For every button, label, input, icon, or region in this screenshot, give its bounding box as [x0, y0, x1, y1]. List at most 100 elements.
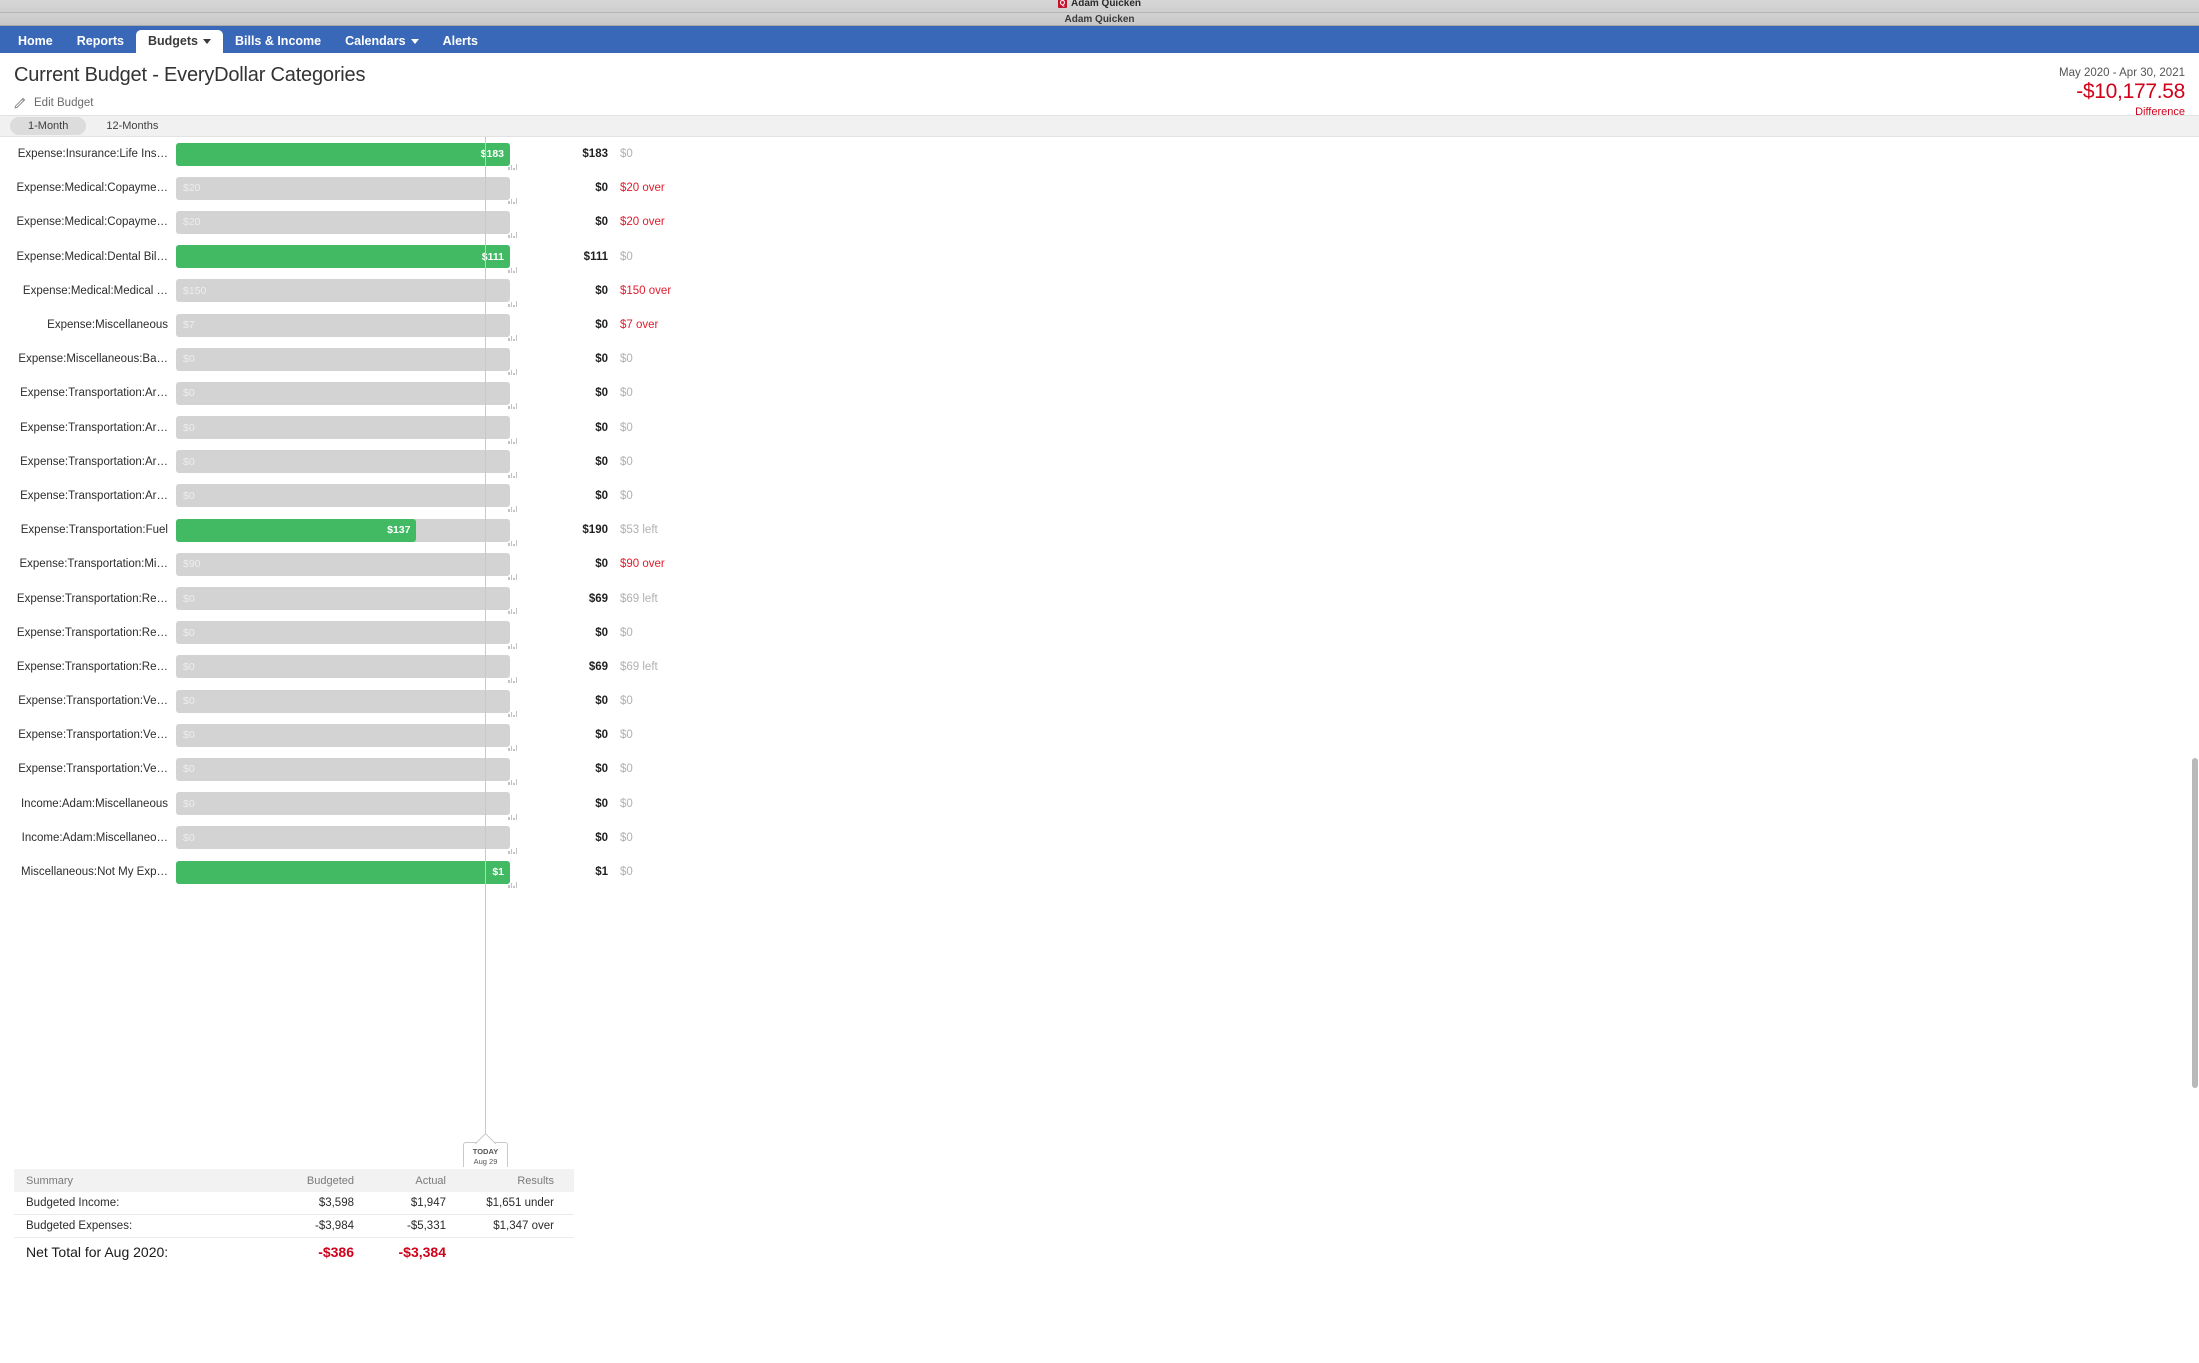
budget-row[interactable]: Expense:Transportation:Ve… $0 $0 $0: [0, 684, 2199, 718]
row-detail-chart-icon[interactable]: [508, 231, 518, 239]
budget-date-range: May 2020 - Apr 30, 2021: [2059, 67, 2185, 79]
budget-bar-track[interactable]: $137: [176, 518, 510, 542]
budget-bar-track[interactable]: $150: [176, 279, 510, 303]
scrollbar-thumb[interactable]: [2192, 758, 2198, 1088]
budget-row-remaining: $7 over: [620, 319, 659, 332]
row-detail-chart-icon[interactable]: [508, 402, 518, 410]
budget-row-actual: $0: [595, 695, 608, 708]
budget-row[interactable]: Expense:Transportation:Mi… $90 $0 $90 over: [0, 547, 2199, 581]
budget-row[interactable]: Expense:Medical:Dental Bil… $111 $111 $0: [0, 240, 2199, 274]
budget-row[interactable]: Income:Adam:Miscellaneo… $0 $0 $0: [0, 821, 2199, 855]
budget-bar-track[interactable]: $0: [176, 792, 510, 816]
budget-bar-track[interactable]: $0: [176, 381, 510, 405]
budget-bar-track[interactable]: $0: [176, 484, 510, 508]
budget-row[interactable]: Expense:Transportation:Re… $0 $69 $69 left: [0, 650, 2199, 684]
budget-bar-track[interactable]: $90: [176, 552, 510, 576]
row-detail-chart-icon[interactable]: [508, 197, 518, 205]
budget-bar-track[interactable]: $7: [176, 313, 510, 337]
budget-row[interactable]: Expense:Insurance:Life Ins… $183 $183 $0: [0, 137, 2199, 171]
budget-bar-track[interactable]: $0: [176, 826, 510, 850]
row-detail-chart-icon[interactable]: [508, 710, 518, 717]
budget-bar-track[interactable]: $0: [176, 723, 510, 747]
budget-row[interactable]: Expense:Transportation:Ve… $0 $0 $0: [0, 718, 2199, 752]
os-document-bar: Adam Quicken: [0, 13, 2199, 26]
budget-bar-track[interactable]: $0: [176, 347, 510, 371]
budget-row[interactable]: Miscellaneous:Not My Exp… $1 $1 $0: [0, 855, 2199, 889]
row-detail-chart-icon[interactable]: [508, 471, 518, 478]
row-detail-chart-icon[interactable]: [508, 607, 518, 615]
row-detail-chart-icon[interactable]: [508, 813, 518, 820]
budget-row-actual: $0: [595, 626, 608, 639]
budget-row-category: Income:Adam:Miscellaneo…: [21, 831, 168, 844]
row-detail-chart-icon[interactable]: [508, 368, 518, 376]
budget-row[interactable]: Expense:Transportation:Re… $0 $69 $69 left: [0, 581, 2199, 615]
budget-bar-track[interactable]: $0: [176, 587, 510, 611]
budget-row-category: Expense:Transportation:Ve…: [18, 729, 168, 742]
summary-budgeted: -$3,984: [314, 1220, 354, 1232]
budget-row[interactable]: Expense:Transportation:Ar… $0 $0 $0: [0, 411, 2199, 445]
budget-row-actual: $0: [595, 421, 608, 434]
today-marker-flag: TODAY Aug 29: [463, 1142, 508, 1167]
tab-1-month[interactable]: 1-Month: [10, 117, 87, 135]
row-detail-chart-icon[interactable]: [508, 642, 518, 649]
row-detail-chart-icon[interactable]: [508, 847, 518, 854]
budget-bar-track[interactable]: $0: [176, 655, 510, 679]
budget-row[interactable]: Expense:Miscellaneous $7 $0 $7 over: [0, 308, 2199, 342]
budget-row[interactable]: Expense:Transportation:Ar… $0 $0 $0: [0, 445, 2199, 479]
os-document-title: Adam Quicken: [1064, 13, 1135, 25]
nav-item-reports[interactable]: Reports: [65, 30, 136, 53]
budget-bar-track[interactable]: $183: [176, 142, 510, 166]
budget-row-remaining: $0: [620, 250, 633, 263]
budget-row-category: Expense:Transportation:Ve…: [18, 763, 168, 776]
row-detail-chart-icon[interactable]: [508, 266, 518, 273]
row-detail-chart-icon[interactable]: [508, 334, 518, 341]
budget-row[interactable]: Expense:Miscellaneous:Ba… $0 $0 $0: [0, 342, 2199, 376]
edit-budget-button[interactable]: Edit Budget: [14, 96, 2199, 109]
row-detail-chart-icon[interactable]: [508, 676, 518, 683]
tab-12-months[interactable]: 12-Months: [88, 117, 176, 135]
nav-item-home[interactable]: Home: [6, 30, 65, 53]
row-detail-chart-icon[interactable]: [508, 881, 518, 888]
budget-bar-amount: $0: [183, 592, 195, 605]
budget-row[interactable]: Income:Adam:Miscellaneous $0 $0 $0: [0, 787, 2199, 821]
budget-bar-track[interactable]: $0: [176, 621, 510, 645]
budget-bar-track[interactable]: $0: [176, 757, 510, 781]
row-detail-chart-icon[interactable]: [508, 778, 518, 786]
summary-col-results: Results: [517, 1174, 554, 1187]
budget-row[interactable]: Expense:Transportation:Ve… $0 $0 $0: [0, 752, 2199, 786]
budget-row-category: Expense:Medical:Copayme…: [16, 182, 169, 195]
budget-bar-track[interactable]: $20: [176, 210, 510, 234]
budget-bar-fill: [176, 142, 510, 166]
budget-bar-track[interactable]: $0: [176, 450, 510, 474]
row-detail-chart-icon[interactable]: [508, 505, 518, 512]
vertical-scrollbar[interactable]: [2192, 118, 2198, 1238]
nav-item-budgets[interactable]: Budgets: [135, 30, 223, 53]
budget-row[interactable]: Expense:Medical:Medical … $150 $0 $150 over: [0, 274, 2199, 308]
budget-row[interactable]: Expense:Transportation:Ar… $0 $0 $0: [0, 376, 2199, 410]
budget-bar-track[interactable]: $20: [176, 176, 510, 200]
row-detail-chart-icon[interactable]: [508, 573, 518, 581]
budget-row[interactable]: Expense:Transportation:Ar… $0 $0 $0: [0, 479, 2199, 513]
budget-bar-amount: $137: [387, 524, 411, 537]
budget-row-remaining: $0: [620, 695, 633, 708]
nav-item-calendars[interactable]: Calendars: [333, 30, 430, 53]
nav-item-alerts[interactable]: Alerts: [431, 30, 490, 53]
budget-row-remaining: $0: [620, 148, 633, 161]
budget-bar-track[interactable]: $0: [176, 689, 510, 713]
budget-row[interactable]: Expense:Medical:Copayme… $20 $0 $20 over: [0, 171, 2199, 205]
budget-bar-track[interactable]: $1: [176, 860, 510, 884]
nav-item-bills-income[interactable]: Bills & Income: [223, 30, 333, 53]
row-detail-chart-icon[interactable]: [508, 437, 518, 444]
budget-row[interactable]: Expense:Transportation:Re… $0 $0 $0: [0, 616, 2199, 650]
budget-bar-track[interactable]: $111: [176, 245, 510, 269]
row-detail-chart-icon[interactable]: [508, 163, 518, 170]
summary-results: $1,347 over: [493, 1220, 554, 1232]
budget-row-remaining: $20 over: [620, 216, 665, 229]
budget-row[interactable]: Expense:Transportation:Fuel $137 $190 $53 l…: [0, 513, 2199, 547]
summary-col-actual: Actual: [415, 1174, 446, 1187]
row-detail-chart-icon[interactable]: [508, 300, 518, 307]
row-detail-chart-icon[interactable]: [508, 539, 518, 547]
budget-row[interactable]: Expense:Medical:Copayme… $20 $0 $20 over: [0, 205, 2199, 239]
budget-bar-track[interactable]: $0: [176, 416, 510, 440]
row-detail-chart-icon[interactable]: [508, 744, 518, 752]
